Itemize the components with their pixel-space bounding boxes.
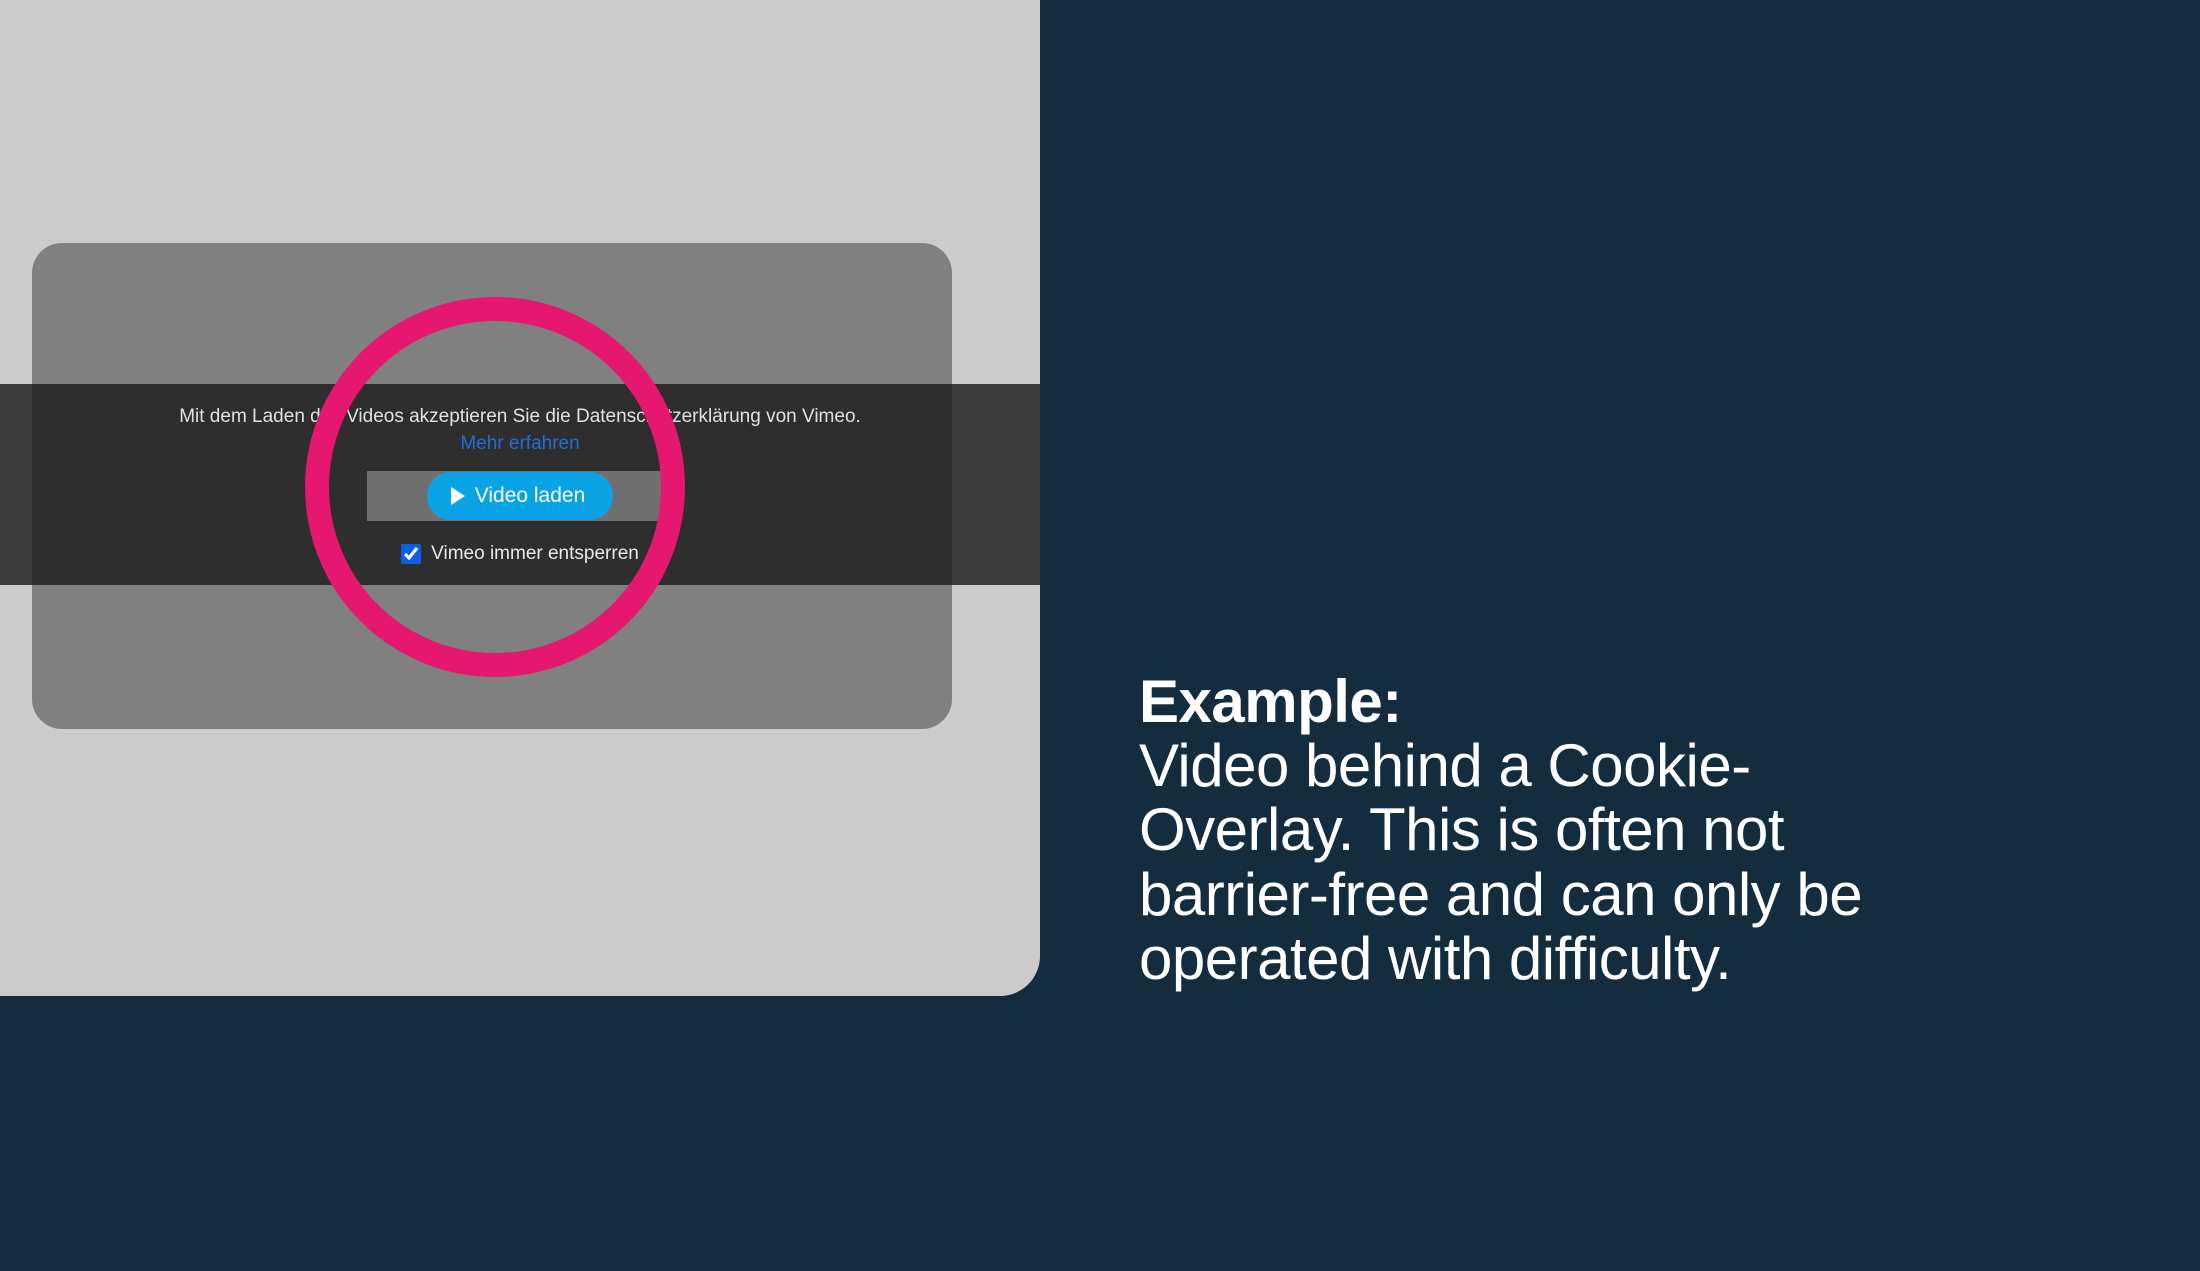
always-unlock-row[interactable]: Vimeo immer entsperren <box>401 543 639 565</box>
load-video-button[interactable]: Video laden <box>427 472 614 520</box>
caption-body: Video behind a Cookie-Overlay. This is o… <box>1139 732 1862 992</box>
caption-heading: Example: <box>1139 668 1402 735</box>
load-video-label: Video laden <box>475 484 586 508</box>
always-unlock-label: Vimeo immer entsperren <box>431 543 639 565</box>
screenshot-panel: Mit dem Laden des Videos akzeptieren Sie… <box>0 0 1040 996</box>
consent-text: Mit dem Laden des Videos akzeptieren Sie… <box>179 404 861 431</box>
cookie-overlay: Mit dem Laden des Videos akzeptieren Sie… <box>0 384 1040 585</box>
button-backdrop: Video laden <box>367 471 674 521</box>
play-icon <box>451 487 465 505</box>
learn-more-link[interactable]: Mehr erfahren <box>460 433 579 455</box>
always-unlock-checkbox[interactable] <box>401 544 421 564</box>
slide-caption: Example: Video behind a Cookie-Overlay. … <box>1139 670 1919 991</box>
